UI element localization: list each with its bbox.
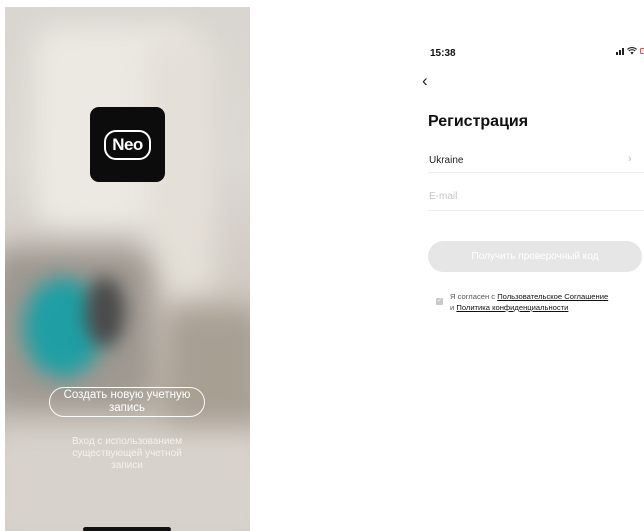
agreement-joiner: и — [450, 303, 455, 312]
home-indicator — [83, 527, 171, 531]
status-icons — [616, 47, 644, 55]
country-value: Ukraine — [429, 155, 464, 166]
privacy-policy-link[interactable]: Политика конфиденциальности — [456, 303, 568, 312]
chevron-right-icon: › — [628, 153, 632, 165]
registration-screen: 15:38 ‹ Регистрация Ukraine › Получить п… — [410, 40, 644, 340]
chevron-left-icon[interactable]: ‹ — [422, 72, 428, 89]
email-field[interactable] — [428, 183, 644, 211]
checkbox-icon[interactable]: ✓ — [436, 298, 443, 305]
agreement-prefix: Я согласен с — [450, 292, 496, 301]
app-logo: Neo — [90, 107, 165, 182]
get-verification-code-button[interactable]: Получить проверочный код — [428, 241, 642, 272]
user-agreement-link[interactable]: Пользовательское Соглашение — [497, 292, 608, 301]
battery-icon — [640, 48, 644, 54]
create-account-button[interactable]: Создать новую учетную запись — [49, 387, 205, 417]
login-existing-link[interactable]: Вход с использованием существующей учетн… — [57, 436, 197, 472]
agreement-text: Я согласен с Пользовательское Соглашение… — [450, 291, 644, 313]
wifi-icon — [627, 47, 637, 55]
page-title: Регистрация — [428, 113, 529, 130]
background-lamp — [85, 277, 125, 347]
welcome-screen: Neo Создать новую учетную запись Вход с … — [5, 7, 250, 531]
app-logo-text: Neo — [104, 129, 151, 160]
country-selector[interactable]: Ukraine › — [428, 147, 644, 173]
status-time: 15:38 — [430, 48, 456, 59]
cellular-signal-icon — [616, 47, 624, 55]
